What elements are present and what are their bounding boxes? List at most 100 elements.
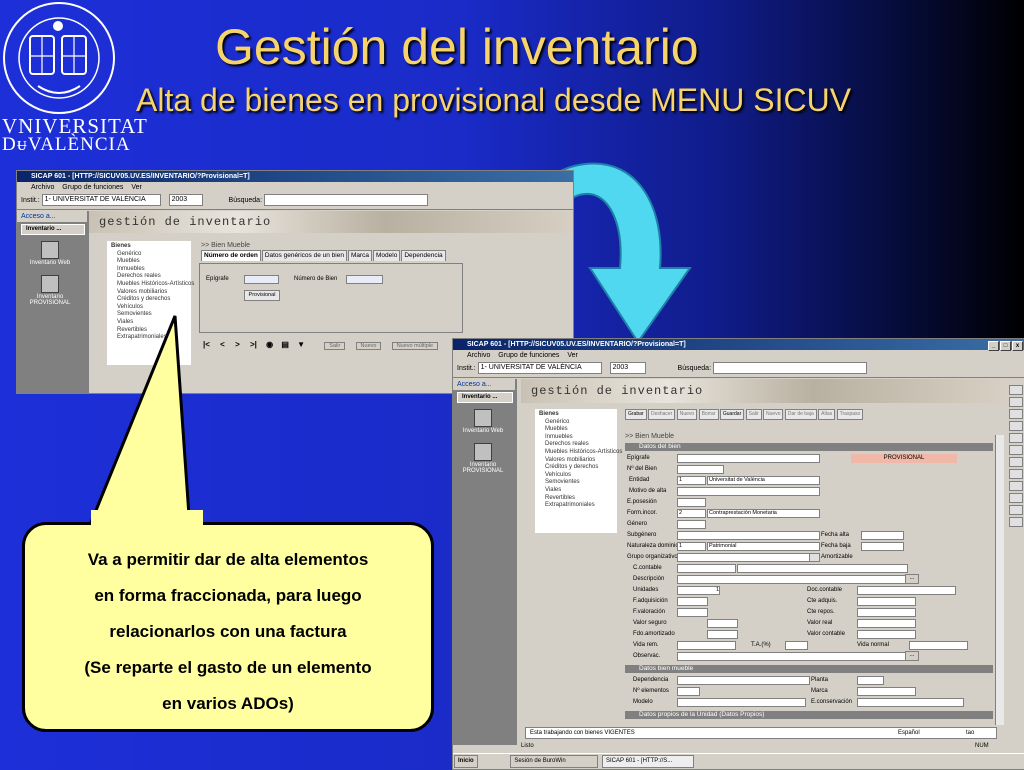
tool-icon[interactable]: [1009, 469, 1023, 479]
section-datos-unidad[interactable]: Datos propios de la Unidad (Datos Propio…: [625, 711, 993, 719]
tree-item[interactable]: Derechos reales: [111, 273, 191, 281]
epigrafe-select[interactable]: [677, 454, 820, 463]
naturaleza-num[interactable]: 1: [677, 542, 706, 551]
close-icon[interactable]: x: [1012, 341, 1023, 351]
tree-item[interactable]: Genérico: [539, 419, 617, 427]
prev-record-button[interactable]: <: [220, 340, 225, 349]
dependencia-select[interactable]: [677, 676, 810, 685]
menu-grupo-funciones[interactable]: Grupo de funciones: [62, 184, 123, 191]
tool-icon[interactable]: [1009, 445, 1023, 455]
binoculars-icon[interactable]: ◉: [266, 340, 273, 349]
section-datos-bien[interactable]: Datos del bien: [625, 443, 993, 451]
motivo-select[interactable]: [677, 487, 820, 496]
tree-item[interactable]: Muebles: [111, 258, 191, 266]
tool-icon[interactable]: [1009, 505, 1023, 515]
tree-item[interactable]: Valores mobiliarios: [539, 457, 617, 465]
acceso-label[interactable]: Acceso a...: [17, 211, 87, 222]
borrar-button[interactable]: Borrar: [698, 409, 719, 420]
nuevo2-button[interactable]: Nuevo: [763, 409, 784, 420]
menu-ver[interactable]: Ver: [567, 352, 578, 359]
fecha-alta-input[interactable]: [861, 531, 904, 540]
n-bien-input[interactable]: [677, 465, 724, 474]
tree-item[interactable]: Créditos y derechos: [111, 296, 191, 304]
grabar-button[interactable]: Grabar: [625, 409, 647, 420]
f-valoracion-input[interactable]: [677, 608, 708, 617]
tree-item[interactable]: Viales: [539, 487, 617, 495]
amortizable-checkbox[interactable]: [809, 553, 820, 562]
acceso-label[interactable]: Acceso a...: [453, 379, 515, 390]
taskbar-burowin[interactable]: Sesión de BuroWin: [510, 755, 599, 768]
naturaleza-select[interactable]: Patrimonial: [707, 542, 820, 551]
tree-item[interactable]: Extrapatrimoniales: [539, 502, 617, 510]
epigrafe-input[interactable]: [244, 275, 279, 284]
fdo-amortizado-input[interactable]: [707, 630, 738, 639]
valor-real-input[interactable]: [857, 619, 916, 628]
next-record-button[interactable]: >: [235, 340, 240, 349]
cte-adquis-input[interactable]: [857, 597, 916, 606]
descripcion-more-button[interactable]: ...: [905, 574, 919, 584]
tool-icon[interactable]: [1009, 397, 1023, 407]
acc-tab-inventario[interactable]: Inventario ...: [21, 224, 85, 235]
menu-grupo-funciones[interactable]: Grupo de funciones: [498, 352, 559, 359]
e-posesion-input[interactable]: [677, 498, 706, 507]
print-icon[interactable]: ▤: [281, 340, 289, 349]
fecha-baja-input[interactable]: [861, 542, 904, 551]
entidad-select[interactable]: Universitat de València: [707, 476, 820, 485]
provisional-button[interactable]: Provisional: [244, 290, 280, 301]
tool-icon[interactable]: [1009, 517, 1023, 527]
form-scrollbar[interactable]: [995, 435, 1004, 725]
tab-marca[interactable]: Marca: [347, 250, 373, 261]
inventario-provisional-item[interactable]: Inventario PROVISIONAL: [25, 275, 75, 306]
first-record-button[interactable]: |<: [203, 340, 210, 349]
tree-item[interactable]: Derechos reales: [539, 441, 617, 449]
menu-archivo[interactable]: Archivo: [467, 352, 490, 359]
dar-baja-button[interactable]: Dar de baja: [784, 409, 817, 420]
modelo-input[interactable]: [677, 698, 806, 707]
c-contable-input[interactable]: [677, 564, 736, 573]
tree-item[interactable]: Vehículos: [539, 472, 617, 480]
genero-input[interactable]: [677, 520, 706, 529]
planta-input[interactable]: [857, 676, 884, 685]
traspaso-button[interactable]: Traspaso: [836, 409, 864, 420]
search-input[interactable]: [712, 362, 867, 375]
salir-button[interactable]: Salir: [324, 342, 346, 350]
deshacer-button[interactable]: Deshacer: [647, 409, 676, 420]
instit-select[interactable]: 1- UNIVERSITAT DE VALÈNCIA: [477, 362, 602, 375]
menu-archivo[interactable]: Archivo: [31, 184, 54, 191]
nuevo-button[interactable]: Nuevo: [355, 342, 382, 350]
tool-icon[interactable]: [1009, 433, 1023, 443]
tool-icon[interactable]: [1009, 385, 1023, 395]
numero-bien-input[interactable]: [346, 275, 383, 284]
tree-item[interactable]: Créditos y derechos: [539, 464, 617, 472]
nuevo-button[interactable]: Nuevo: [676, 409, 698, 420]
vida-normal-input[interactable]: [909, 641, 968, 650]
unidades-input[interactable]: 1: [677, 586, 720, 595]
n-elementos-input[interactable]: [677, 687, 700, 696]
tool-icon[interactable]: [1009, 457, 1023, 467]
f-adquisicion-input[interactable]: [677, 597, 708, 606]
section-datos-mueble[interactable]: Datos bien mueble: [625, 665, 993, 673]
entidad-num[interactable]: 1: [677, 476, 706, 485]
forma-num[interactable]: 2: [677, 509, 706, 518]
taskbar-sicap[interactable]: SICAP 601 - [HTTP://S...: [602, 755, 695, 768]
year-select[interactable]: 2003: [168, 194, 203, 207]
tree-item[interactable]: Muebles Históricos-Artísticos: [539, 449, 622, 457]
tree-item[interactable]: Muebles Históricos-Artísticos: [111, 281, 194, 289]
tool-icon[interactable]: [1009, 493, 1023, 503]
start-button[interactable]: Inicio: [454, 755, 478, 768]
guardar-button[interactable]: Guardar: [719, 409, 745, 420]
vida-rem-input[interactable]: [677, 641, 736, 650]
inventario-web-item[interactable]: Inventario Web: [458, 409, 508, 434]
grupo-org-select[interactable]: [677, 553, 820, 562]
menu-ver[interactable]: Ver: [131, 184, 142, 191]
salir-button[interactable]: Salir: [745, 409, 762, 420]
maximize-icon[interactable]: □: [1000, 341, 1011, 351]
filter-icon[interactable]: ▼: [297, 340, 305, 349]
tree-item[interactable]: Genérico: [111, 251, 191, 259]
inventario-web-item[interactable]: Inventario Web: [25, 241, 75, 266]
e-conservacion-select[interactable]: [857, 698, 964, 707]
minimize-icon[interactable]: _: [988, 341, 999, 351]
acc-tab-inventario[interactable]: Inventario ...: [457, 392, 513, 403]
tree-item[interactable]: Semovientes: [539, 479, 617, 487]
subgenero-select[interactable]: [677, 531, 820, 540]
